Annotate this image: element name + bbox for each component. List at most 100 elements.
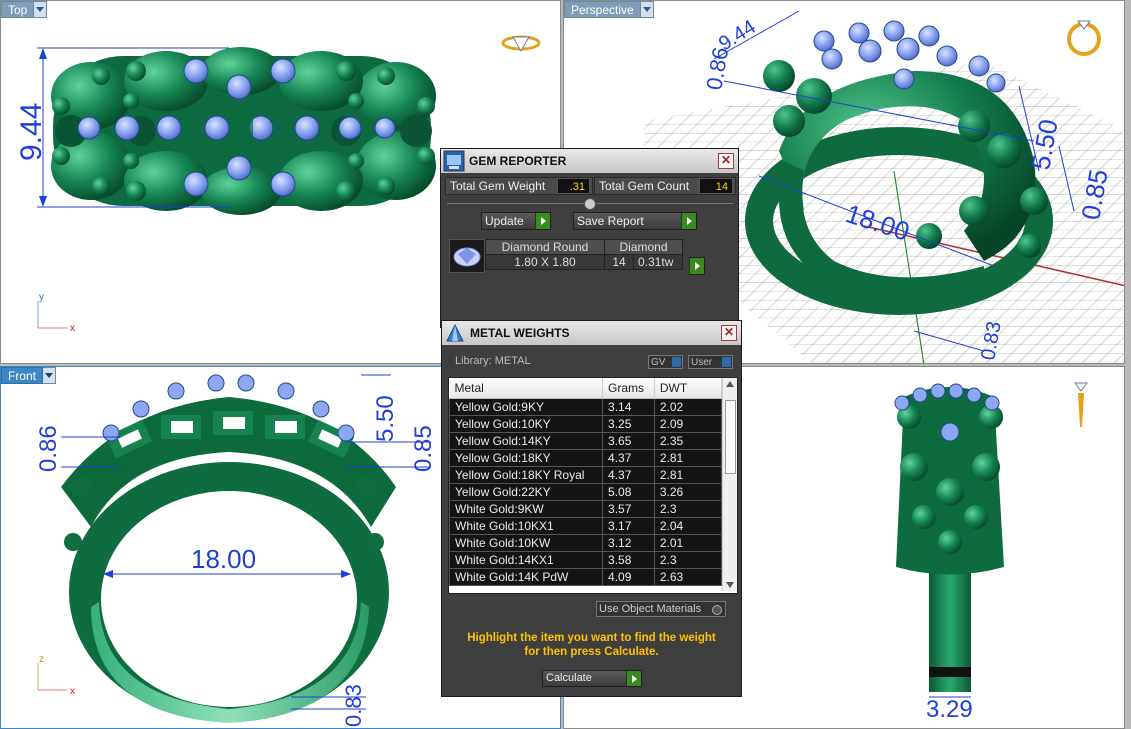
axis-x-label: x bbox=[70, 686, 75, 697]
metal-row[interactable]: Yellow Gold:18KY 4.37 2.81 bbox=[449, 449, 723, 467]
viewport-label: Perspective bbox=[564, 1, 641, 18]
calculate-button[interactable]: Calculate bbox=[542, 670, 642, 687]
close-icon[interactable]: ✕ bbox=[718, 153, 734, 169]
gv-toggle-label: GV bbox=[651, 357, 666, 368]
chevron-down-icon[interactable] bbox=[43, 367, 57, 384]
play-icon bbox=[689, 258, 704, 274]
play-icon bbox=[626, 671, 641, 686]
gem-table-header-type: Diamond bbox=[604, 239, 683, 255]
viewport-tab-front[interactable]: Front bbox=[1, 367, 57, 384]
metal-row[interactable]: Yellow Gold:14KY 3.65 2.35 bbox=[449, 432, 723, 450]
viewport-label: Front bbox=[1, 367, 44, 384]
gem-table-header-shape: Diamond Round bbox=[485, 239, 605, 255]
gem-table-row[interactable]: 1.80 X 1.80 14 0.31tw bbox=[485, 254, 683, 270]
metal-cell-dwt: 3.26 bbox=[653, 483, 723, 501]
use-object-materials-toggle[interactable]: Use Object Materials bbox=[596, 601, 726, 617]
scroll-down-icon[interactable] bbox=[726, 582, 734, 588]
use-object-materials-label: Use Object Materials bbox=[599, 603, 702, 615]
gem-count: 14 bbox=[604, 254, 634, 270]
instruction-line-2: for then press Calculate. bbox=[524, 646, 659, 658]
metal-cell-grams: 3.25 bbox=[602, 415, 655, 433]
viewport-tab-perspective[interactable]: Perspective bbox=[564, 1, 654, 18]
column-header-grams[interactable]: Grams bbox=[602, 378, 655, 399]
metal-row[interactable]: White Gold:14K PdW 4.09 2.63 bbox=[449, 568, 723, 586]
radio-icon bbox=[712, 605, 722, 615]
axis-y-label: y bbox=[39, 292, 44, 303]
metal-cell-dwt: 2.09 bbox=[653, 415, 723, 433]
instruction-text: Highlight the item you want to find the … bbox=[442, 631, 741, 659]
dimension-width-label: 3.29 bbox=[926, 696, 973, 723]
viewport-tab-top[interactable]: Top bbox=[1, 1, 48, 18]
metal-cell-metal: Yellow Gold:10KY bbox=[449, 415, 604, 433]
gem-table: Diamond Round Diamond 1.80 X 1.80 14 0.3… bbox=[485, 239, 683, 270]
metal-weights-titlebar[interactable]: METAL WEIGHTS ✕ bbox=[442, 321, 741, 345]
metal-row[interactable]: Yellow Gold:18KY Royal 4.37 2.81 bbox=[449, 466, 723, 484]
dimension-label-diameter: 18.00 bbox=[191, 544, 256, 574]
close-icon[interactable]: ✕ bbox=[721, 325, 737, 341]
axis-z-label: z bbox=[39, 654, 44, 665]
axis-indicator: y x bbox=[37, 292, 75, 334]
gem-row-go-button[interactable] bbox=[689, 257, 705, 275]
ring-icon bbox=[1074, 382, 1088, 427]
toggle-knob-icon bbox=[722, 357, 731, 367]
metal-cell-dwt: 2.04 bbox=[653, 517, 723, 535]
metal-cell-metal: Yellow Gold:22KY bbox=[449, 483, 604, 501]
user-toggle[interactable]: User bbox=[688, 355, 733, 369]
chevron-down-icon[interactable] bbox=[34, 1, 48, 18]
metal-cell-metal: Yellow Gold:18KY Royal bbox=[449, 466, 604, 484]
metal-cell-dwt: 2.63 bbox=[653, 568, 723, 586]
scale-icon bbox=[444, 322, 466, 344]
metal-cell-grams: 3.58 bbox=[602, 551, 655, 569]
metal-row[interactable]: Yellow Gold:22KY 5.08 3.26 bbox=[449, 483, 723, 501]
chevron-down-icon[interactable] bbox=[640, 1, 654, 18]
gv-toggle[interactable]: GV bbox=[648, 355, 683, 369]
metal-list[interactable]: Metal Grams DWT Yellow Gold:9KY 3.14 2.02 Y… bbox=[448, 377, 738, 594]
axis-indicator: z x bbox=[37, 654, 75, 697]
collapse-knob-icon[interactable] bbox=[584, 198, 596, 210]
dimension-height-label: 9.44 bbox=[15, 103, 48, 161]
dimension-label-left: 0.86 bbox=[35, 425, 62, 472]
axis-x-label: x bbox=[70, 323, 75, 334]
metal-row[interactable]: White Gold:14KX1 3.58 2.3 bbox=[449, 551, 723, 569]
metal-cell-dwt: 2.01 bbox=[653, 534, 723, 552]
ring-icon bbox=[501, 35, 541, 53]
metal-cell-metal: White Gold:14K PdW bbox=[449, 568, 604, 586]
metal-cell-grams: 3.14 bbox=[602, 398, 655, 416]
metal-cell-metal: White Gold:9KW bbox=[449, 500, 604, 518]
metal-weights-panel: METAL WEIGHTS ✕ Library: METAL GV User M… bbox=[441, 320, 742, 697]
metal-row[interactable]: Yellow Gold:10KY 3.25 2.09 bbox=[449, 415, 723, 433]
gem-weight: 0.31tw bbox=[633, 254, 683, 270]
metal-cell-dwt: 2.81 bbox=[653, 449, 723, 467]
save-report-button[interactable]: Save Report bbox=[573, 212, 697, 230]
metal-row[interactable]: White Gold:9KW 3.57 2.3 bbox=[449, 500, 723, 518]
calculate-button-label: Calculate bbox=[546, 672, 592, 684]
gem-reporter-icon bbox=[443, 150, 465, 172]
update-button[interactable]: Update bbox=[481, 212, 551, 230]
metal-cell-metal: White Gold:14KX1 bbox=[449, 551, 604, 569]
gem-thumbnail-icon bbox=[449, 239, 485, 273]
metal-table: Metal Grams DWT Yellow Gold:9KY 3.14 2.02 Y… bbox=[449, 378, 723, 586]
gem-reporter-title: GEM REPORTER bbox=[469, 154, 567, 168]
column-header-metal[interactable]: Metal bbox=[449, 378, 604, 399]
gem-reporter-titlebar[interactable]: GEM REPORTER ✕ bbox=[441, 149, 738, 173]
metal-cell-metal: Yellow Gold:9KY bbox=[449, 398, 604, 416]
scroll-up-icon[interactable] bbox=[726, 381, 734, 387]
metal-list-scrollbar[interactable] bbox=[722, 378, 737, 591]
metal-cell-dwt: 2.35 bbox=[653, 432, 723, 450]
metal-row[interactable]: Yellow Gold:9KY 3.14 2.02 bbox=[449, 398, 723, 416]
metal-cell-dwt: 2.3 bbox=[653, 551, 723, 569]
update-button-label: Update bbox=[485, 214, 524, 228]
column-header-dwt[interactable]: DWT bbox=[654, 378, 723, 399]
dimension-label-bottom: 0.83 bbox=[341, 684, 366, 727]
metal-row[interactable]: White Gold:10KW 3.12 2.01 bbox=[449, 534, 723, 552]
metal-cell-metal: White Gold:10KX1 bbox=[449, 517, 604, 535]
scrollbar-thumb[interactable] bbox=[725, 400, 736, 474]
ring-icon bbox=[1067, 20, 1101, 56]
dimension-label-2: 0.86 bbox=[701, 45, 733, 92]
metal-cell-metal: White Gold:10KW bbox=[449, 534, 604, 552]
metal-row[interactable]: White Gold:10KX1 3.17 2.04 bbox=[449, 517, 723, 535]
metal-cell-dwt: 2.3 bbox=[653, 500, 723, 518]
metal-cell-grams: 5.08 bbox=[602, 483, 655, 501]
play-icon bbox=[681, 213, 696, 229]
total-gem-count-value: 14 bbox=[699, 178, 733, 194]
